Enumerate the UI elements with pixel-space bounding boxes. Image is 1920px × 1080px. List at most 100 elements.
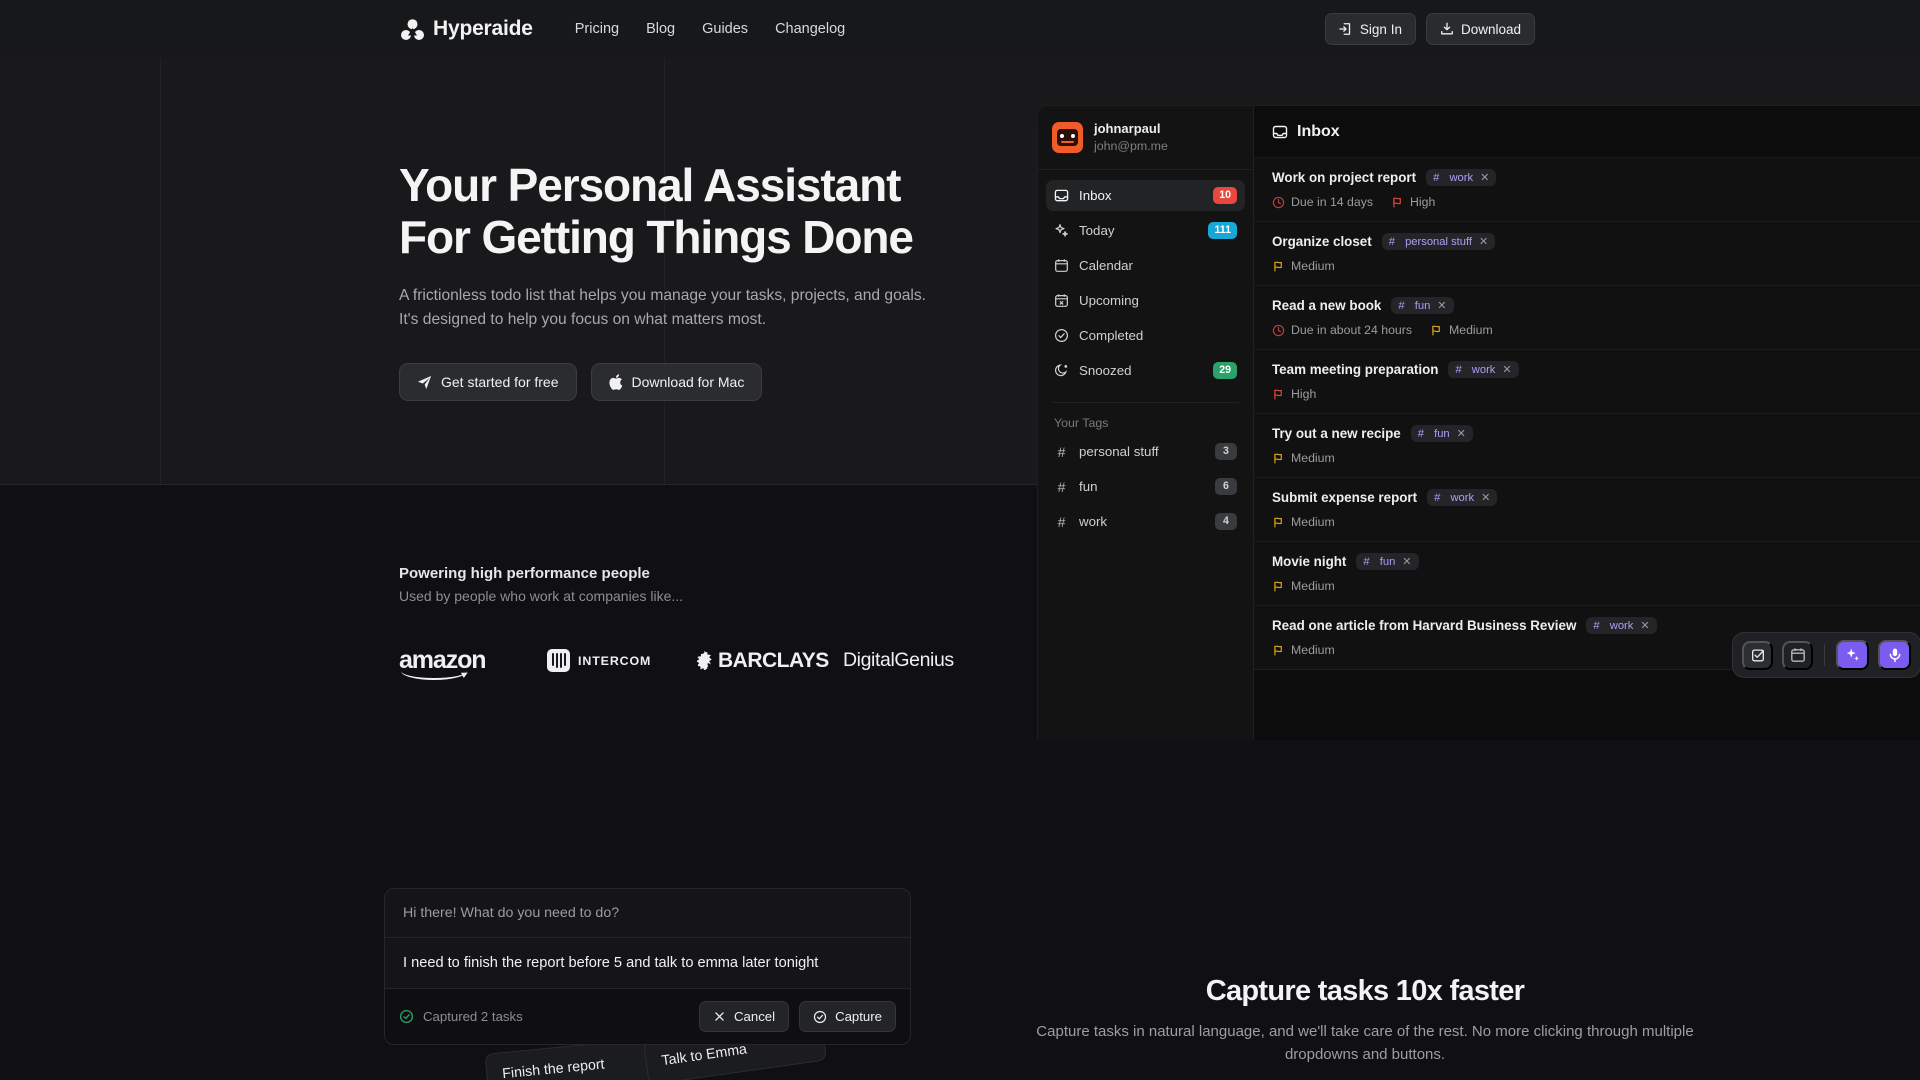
check-circle-icon: [813, 1010, 827, 1024]
ai-sparkle-button[interactable]: [1836, 640, 1869, 670]
download-mac-label: Download for Mac: [631, 374, 745, 391]
nav-actions: Sign In Download: [1324, 13, 1535, 45]
task-tag-label: personal stuff: [1405, 235, 1473, 248]
task-priority: High: [1272, 387, 1316, 401]
task-title: Try out a new recipe: [1272, 426, 1401, 441]
task-checkbox-icon-button[interactable]: [1742, 640, 1773, 670]
sidebar-item-inbox[interactable]: Inbox 10: [1046, 180, 1245, 212]
task-priority: Medium: [1272, 451, 1335, 465]
logo-digitalgenius-text: DigitalGenius: [843, 649, 954, 671]
remove-tag-icon[interactable]: ✕: [1479, 235, 1488, 248]
inbox-icon: [1272, 124, 1288, 140]
tag-label-work: work: [1079, 514, 1108, 530]
task-tag-chip[interactable]: # work ✕: [1426, 169, 1497, 186]
task-tag-chip[interactable]: # fun ✕: [1356, 553, 1419, 570]
task-tag-label: fun: [1379, 555, 1396, 568]
tag-item-work[interactable]: # work 4: [1046, 506, 1245, 537]
hyperaide-logo-icon: [401, 18, 424, 40]
microphone-button[interactable]: [1878, 640, 1911, 670]
nav-link-blog[interactable]: Blog: [646, 21, 675, 37]
logo-digitalgenius: DigitalGenius: [843, 649, 991, 672]
sidebar-item-snoozed[interactable]: Snoozed 29: [1046, 355, 1245, 386]
task-row[interactable]: Movie night # fun ✕ Medium: [1254, 542, 1920, 606]
capture-button[interactable]: Capture: [799, 1001, 896, 1032]
tag-item-personal-stuff[interactable]: # personal stuff 3: [1046, 436, 1245, 467]
remove-tag-icon[interactable]: ✕: [1402, 555, 1411, 568]
task-tag-chip[interactable]: # work ✕: [1427, 489, 1498, 506]
capture-status: Captured 2 tasks: [399, 1009, 523, 1024]
remove-tag-icon[interactable]: ✕: [1457, 427, 1466, 440]
logo-intercom: INTERCOM: [547, 649, 695, 672]
hero-subtitle: A frictionless todo list that helps you …: [399, 287, 927, 329]
task-tag-label: work: [1450, 491, 1475, 504]
task-due: Due in about 24 hours: [1272, 323, 1412, 337]
remove-tag-icon[interactable]: ✕: [1480, 171, 1489, 184]
task-priority: Medium: [1272, 579, 1335, 593]
calendar-x-icon: [1054, 293, 1069, 308]
capture-input[interactable]: I need to finish the report before 5 and…: [385, 938, 910, 989]
sign-in-button[interactable]: Sign In: [1324, 13, 1416, 45]
landing-page: Hyperaide Pricing Blog Guides Changelog …: [0, 0, 1920, 1080]
hero-heading-line2: For Getting Things Done: [399, 210, 914, 263]
success-check-icon: [399, 1009, 414, 1024]
task-row[interactable]: Submit expense report # work ✕ Medium: [1254, 478, 1920, 542]
remove-tag-icon[interactable]: ✕: [1640, 619, 1649, 632]
nav-links: Pricing Blog Guides Changelog: [575, 21, 845, 37]
tag-item-fun[interactable]: # fun 6: [1046, 471, 1245, 502]
app-preview: johnarpaul john@pm.me Inbox 10 Today 111…: [1037, 105, 1920, 740]
get-started-button[interactable]: Get started for free: [399, 363, 577, 402]
capture-status-label: Captured 2 tasks: [423, 1009, 523, 1024]
remove-tag-icon[interactable]: ✕: [1437, 299, 1446, 312]
download-button[interactable]: Download: [1425, 13, 1535, 45]
hero-heading-line1: Your Personal Assistant: [399, 159, 901, 211]
app-sidebar: johnarpaul john@pm.me Inbox 10 Today 111…: [1038, 106, 1254, 740]
download-mac-button[interactable]: Download for Mac: [590, 363, 763, 402]
company-logos: amazon INTERCOM BARCLAYS DigitalGenius: [399, 648, 991, 680]
task-row[interactable]: Work on project report # work ✕ Due in 14…: [1254, 158, 1920, 222]
hero-cta-group: Get started for free Download for Mac: [399, 363, 999, 402]
calendar-icon-button[interactable]: [1782, 640, 1813, 670]
tag-count-fun: 6: [1215, 478, 1237, 496]
remove-tag-icon[interactable]: ✕: [1481, 491, 1490, 504]
sidebar-item-calendar[interactable]: Calendar: [1046, 250, 1245, 281]
task-row[interactable]: Team meeting preparation # work ✕ High: [1254, 350, 1920, 414]
hash-icon: #: [1057, 513, 1066, 530]
task-row[interactable]: Read a new book # fun ✕ Due in about 24 h…: [1254, 286, 1920, 350]
social-proof-subtitle: Used by people who work at companies lik…: [399, 588, 684, 604]
app-main: Inbox Work on project report # work ✕ Due…: [1254, 106, 1920, 740]
tag-label-personal-stuff: personal stuff: [1079, 444, 1159, 460]
nav-link-pricing[interactable]: Pricing: [575, 21, 619, 37]
task-priority: Medium: [1430, 323, 1493, 337]
sidebar-nav: Inbox 10 Today 111 Calendar Upcoming Com…: [1038, 170, 1253, 390]
cancel-button[interactable]: Cancel: [699, 1001, 790, 1032]
remove-tag-icon[interactable]: ✕: [1502, 363, 1511, 376]
task-tag-label: work: [1609, 619, 1634, 632]
task-title: Submit expense report: [1272, 490, 1418, 505]
sidebar-label-snoozed: Snoozed: [1079, 363, 1132, 379]
sidebar-label-calendar: Calendar: [1079, 258, 1133, 274]
inbox-icon: [1054, 188, 1069, 203]
task-priority: Medium: [1272, 515, 1335, 529]
send-icon: [417, 375, 432, 390]
sidebar-item-upcoming[interactable]: Upcoming: [1046, 285, 1245, 316]
task-tag-chip[interactable]: # work ✕: [1448, 361, 1519, 378]
capture-prompt: Hi there! What do you need to do?: [385, 889, 910, 938]
task-row[interactable]: Try out a new recipe # fun ✕ Medium: [1254, 414, 1920, 478]
sidebar-item-today[interactable]: Today 111: [1046, 215, 1245, 246]
sidebar-item-completed[interactable]: Completed: [1046, 320, 1245, 351]
intercom-mark-icon: [547, 649, 570, 672]
task-title: Read one article from Harvard Business R…: [1272, 618, 1577, 633]
task-row[interactable]: Organize closet # personal stuff ✕ Medium: [1254, 222, 1920, 286]
nav-link-changelog[interactable]: Changelog: [775, 21, 845, 37]
task-tag-chip[interactable]: # fun ✕: [1391, 297, 1454, 314]
sidebar-label-completed: Completed: [1079, 328, 1144, 344]
user-profile[interactable]: johnarpaul john@pm.me: [1038, 106, 1253, 171]
top-navigation: Hyperaide Pricing Blog Guides Changelog …: [0, 0, 1920, 58]
task-tag-chip[interactable]: # fun ✕: [1410, 425, 1473, 442]
task-tag-chip[interactable]: # work ✕: [1586, 617, 1657, 634]
barclays-eagle-icon: [695, 651, 714, 670]
nav-link-guides[interactable]: Guides: [702, 21, 748, 37]
task-tag-chip[interactable]: # personal stuff ✕: [1381, 233, 1496, 250]
user-email: john@pm.me: [1094, 138, 1168, 153]
brand-logo[interactable]: Hyperaide: [401, 17, 533, 41]
